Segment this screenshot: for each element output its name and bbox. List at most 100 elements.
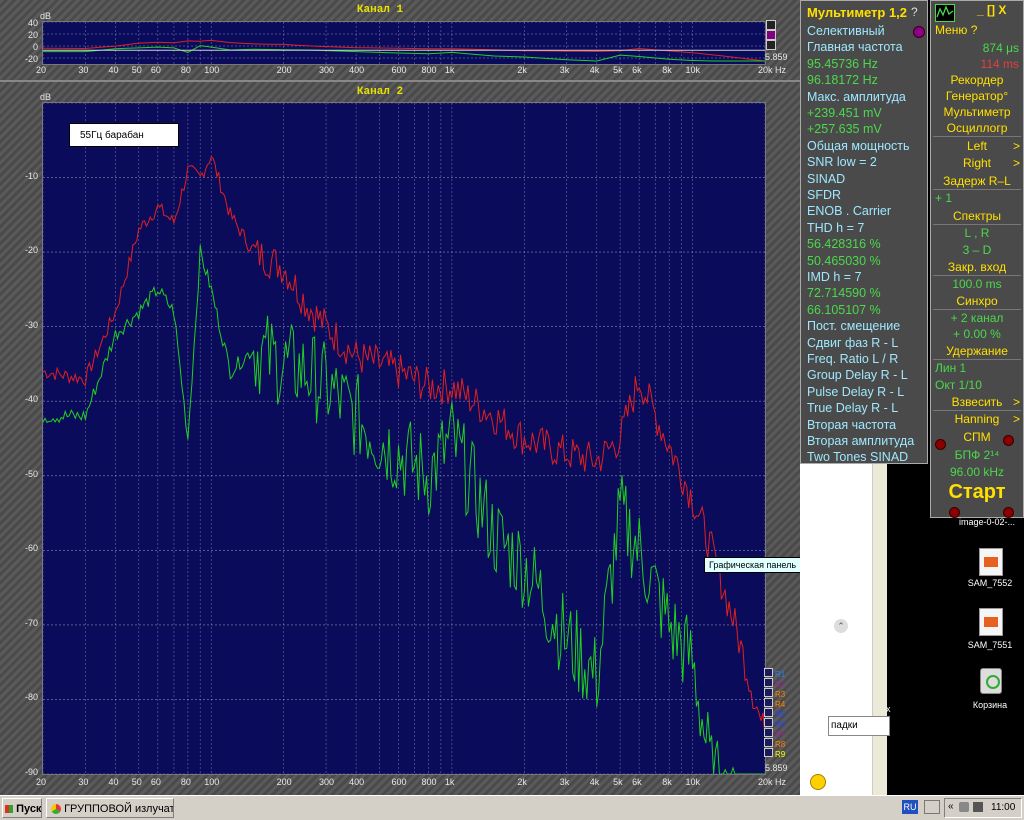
multimeter-row[interactable]: Freq. Ratio L / R <box>807 352 898 366</box>
image-file-icon[interactable] <box>979 608 1003 636</box>
multimeter-row[interactable]: Вторая частота <box>807 418 896 432</box>
desktop-icon-label[interactable]: SAM_7552 <box>955 578 1024 588</box>
register-label: R9 <box>775 750 786 759</box>
menu-item[interactable]: Спектры <box>931 209 1023 223</box>
menu-item[interactable]: Взвесить > <box>931 395 1023 409</box>
menu-item[interactable]: Меню ? <box>931 23 1024 37</box>
multimeter-row[interactable]: Пост. смещение <box>807 319 900 333</box>
note-label[interactable]: 55Гц барабан <box>69 123 179 147</box>
menu-item[interactable]: + 1 <box>931 191 1024 205</box>
multimeter-row[interactable]: SFDR <box>807 188 841 202</box>
multimeter-help-button[interactable]: ? <box>911 5 918 19</box>
series-line-1 <box>42 155 766 737</box>
menu-item[interactable]: 3 – D <box>931 243 1023 257</box>
multimeter-row[interactable]: Group Delay R - L <box>807 368 908 382</box>
x-tick-label: 4k <box>589 777 600 787</box>
menu-item-label: Рекордер <box>950 73 1004 87</box>
menu-item[interactable]: Осциллогр <box>931 121 1023 135</box>
menu-item[interactable]: Right > <box>931 156 1023 170</box>
channel2-plot[interactable]: 55Гц барабан <box>42 102 766 775</box>
menu-item[interactable]: 114 ms <box>931 57 1023 71</box>
multimeter-row[interactable]: IMD h = 7 <box>807 270 862 284</box>
multimeter-row[interactable]: Two Tones SINAD <box>807 450 908 464</box>
menu-item[interactable]: Рекордер <box>931 73 1023 87</box>
y-tick-label: 20 <box>27 30 38 40</box>
indicator-led-icon[interactable] <box>935 439 946 450</box>
menu-item[interactable]: Генератор° <box>931 89 1023 103</box>
desktop-icon-label[interactable]: Корзина <box>955 700 1024 710</box>
multimeter-row[interactable]: Общая мощность <box>807 139 910 153</box>
x-tick-label: 600 <box>391 65 407 75</box>
channel1-scale-value: 5.859 <box>765 52 788 62</box>
menu-item[interactable]: БПФ 2¹⁴ <box>931 448 1023 462</box>
recycle-bin-icon[interactable] <box>980 668 1002 694</box>
register-item[interactable]: R9 <box>764 744 785 762</box>
multimeter-row[interactable]: Главная частота <box>807 40 903 54</box>
menu-item[interactable]: 100.0 ms <box>931 277 1023 291</box>
x-tick-label: 20k Hz <box>758 777 787 787</box>
taskbar-task-button[interactable]: ГРУППОВОЙ излучател... <box>46 798 174 818</box>
menu-item[interactable]: + 2 канал <box>931 311 1023 325</box>
channel1-legend-box[interactable] <box>766 40 776 50</box>
channel2-y-ticks: -10 -20 -30 -40 -50 -60 -70 -80 -90 <box>14 102 40 782</box>
menu-item-label: Спектры <box>952 209 1002 223</box>
multimeter-row[interactable]: SINAD <box>807 172 845 186</box>
y-tick-label: -10 <box>24 170 38 181</box>
menu-item[interactable]: 874 μs <box>931 41 1023 55</box>
tray-expand-icon[interactable]: « <box>948 801 954 812</box>
y-tick-label: -20 <box>24 245 38 256</box>
menu-item[interactable]: 96.00 kHz <box>931 465 1023 479</box>
multimeter-row[interactable]: Pulse Delay R - L <box>807 385 904 399</box>
image-file-icon[interactable] <box>979 548 1003 576</box>
clock[interactable]: 11:00 <box>991 802 1015 813</box>
browser-scrollbar[interactable] <box>872 464 887 795</box>
network-icon[interactable] <box>973 802 983 812</box>
menu-item[interactable]: + 0.00 % <box>931 327 1023 341</box>
menu-item[interactable]: Удержание <box>931 344 1023 358</box>
desktop-icon-label[interactable]: SAM_7551 <box>955 640 1024 650</box>
start-button[interactable]: Пуск <box>2 798 42 818</box>
desktop-icon-label[interactable]: image-0-02-... <box>952 517 1022 527</box>
channel1-legend-box[interactable] <box>766 30 776 40</box>
multimeter-row[interactable]: Селективный <box>807 24 885 38</box>
multimeter-row[interactable]: ENOB . Carrier <box>807 204 891 218</box>
x-tick-label: 40 <box>108 777 119 787</box>
multimeter-row[interactable]: True Delay R - L <box>807 401 898 415</box>
channel2-scale-value: 5.859 <box>765 763 788 773</box>
speaker-icon[interactable] <box>959 802 969 812</box>
multimeter-row: +239.451 mV <box>807 106 882 120</box>
multimeter-row[interactable]: THD h = 7 <box>807 221 864 235</box>
language-indicator[interactable]: RU <box>902 800 918 814</box>
menu-item[interactable]: Окт 1/10 <box>931 378 1024 392</box>
menu-item[interactable]: Left > <box>931 139 1023 153</box>
scroll-up-icon[interactable]: ⌃ <box>834 619 848 633</box>
channel2-title: Канал 2 <box>356 86 404 98</box>
menu-item[interactable]: Мультиметр <box>931 105 1023 119</box>
x-tick-label: 60 <box>150 65 161 75</box>
menu-item-label: + 2 канал <box>950 311 1004 325</box>
multimeter-row[interactable]: SNR low = 2 <box>807 155 877 169</box>
menu-item-label: Старт <box>948 481 1006 503</box>
menu-item[interactable]: Закр. вход <box>931 260 1023 274</box>
menu-item-label: + 0.00 % <box>953 327 1001 341</box>
multimeter-row[interactable]: Макс. амплитуда <box>807 90 906 104</box>
selective-indicator-icon[interactable] <box>913 26 925 38</box>
menu-item[interactable]: Старт <box>931 481 1023 504</box>
menu-separator <box>933 309 1021 310</box>
menu-item[interactable]: Лин 1 <box>931 361 1024 375</box>
channel1-plot[interactable] <box>42 21 766 65</box>
channel2-spectrum <box>42 102 766 775</box>
menu-item[interactable]: Hanning > <box>931 412 1023 426</box>
multimeter-row[interactable]: Сдвиг фаз R - L <box>807 336 898 350</box>
menu-item[interactable]: Задерж R–L <box>931 174 1023 188</box>
menu-item[interactable]: L , R <box>931 226 1023 240</box>
keyboard-icon[interactable] <box>924 800 940 814</box>
multimeter-row[interactable]: Вторая амплитуда <box>807 434 914 448</box>
smiley-icon <box>810 774 826 790</box>
browser-fragment-text[interactable]: падки <box>828 716 890 736</box>
app-logo-icon <box>935 4 955 22</box>
channel1-legend-box[interactable] <box>766 20 776 30</box>
window-control-buttons[interactable]: _ [] X <box>977 3 1006 17</box>
menu-item[interactable]: Синхро <box>931 294 1023 308</box>
indicator-led-icon[interactable] <box>1003 435 1014 446</box>
